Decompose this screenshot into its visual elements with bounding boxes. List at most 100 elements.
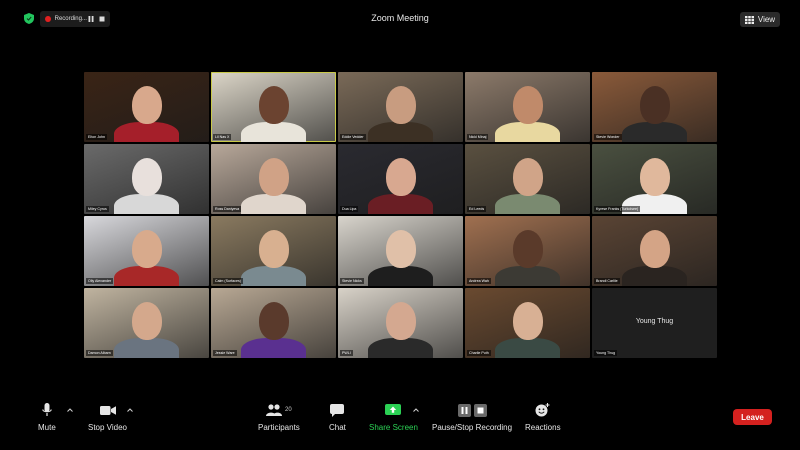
leave-button[interactable]: Leave (733, 409, 772, 425)
participant-name: Elton John (86, 134, 107, 140)
participant-body (495, 338, 560, 358)
view-label: View (757, 15, 776, 24)
participant-name: Brandi Carlile (594, 278, 620, 284)
video-tile[interactable]: Jessie Ware (211, 288, 336, 358)
participant-name: Eddie Vedder (340, 134, 366, 140)
video-tile[interactable]: Nicki Minaj (465, 72, 590, 142)
participant-body (114, 338, 179, 358)
mute-label: Mute (38, 423, 56, 432)
participant-name: Stevie Nicks (340, 278, 364, 284)
participants-count: 20 (285, 407, 292, 413)
participant-name: Calm (Surfaces) (213, 278, 243, 284)
video-tile[interactable]: Eddie Vedder (338, 72, 463, 142)
participant-face (259, 86, 289, 124)
participant-name: Young Thug (594, 350, 618, 356)
participant-body (114, 194, 179, 214)
video-tile[interactable]: Andrea Wah (465, 216, 590, 286)
view-button[interactable]: View (740, 12, 780, 27)
participant-body (368, 194, 433, 214)
participant-name: Ross Daniyeva (213, 206, 242, 212)
video-tile[interactable]: Lil Nas X (211, 72, 336, 142)
window-title: Zoom Meeting (371, 13, 429, 23)
participant-name: Olly Alexander (86, 278, 114, 284)
participants-icon (266, 404, 283, 416)
participant-face (513, 86, 543, 124)
video-tile[interactable]: Olly Alexander (84, 216, 209, 286)
participant-face (386, 158, 416, 196)
participant-name: Dua Lipa (340, 206, 359, 212)
participant-name: Kyrese Franks (Turkoisee) (594, 206, 641, 212)
participant-face (259, 302, 289, 340)
participant-body (622, 266, 687, 286)
video-tile[interactable]: Calm (Surfaces) (211, 216, 336, 286)
mute-button[interactable]: Mute (38, 402, 56, 432)
participant-face (513, 230, 543, 268)
video-tile[interactable]: Damon Albarn (84, 288, 209, 358)
participant-body (368, 338, 433, 358)
participant-face (640, 158, 670, 196)
chat-icon (330, 403, 345, 417)
participant-face (640, 230, 670, 268)
video-tile[interactable]: Miley Cyrus (84, 144, 209, 214)
chat-button[interactable]: Chat (329, 402, 346, 432)
participant-body (368, 122, 433, 142)
stop-video-button[interactable]: Stop Video (88, 402, 127, 432)
video-grid: Elton John Lil Nas X Eddie Vedder Nicki Min… (84, 72, 718, 360)
participant-body (241, 266, 306, 286)
chevron-up-icon[interactable] (66, 406, 74, 414)
participant-body (495, 266, 560, 286)
video-tile[interactable]: Young Thug Young Thug (592, 288, 717, 358)
share-screen-icon (385, 403, 402, 415)
participant-face (132, 158, 162, 196)
participant-body (114, 122, 179, 142)
video-tile[interactable]: Stevie Nicks (338, 216, 463, 286)
participant-face (132, 86, 162, 124)
chevron-up-icon[interactable] (126, 406, 134, 414)
video-camera-icon (99, 405, 116, 415)
reactions-button[interactable]: Reactions (525, 402, 561, 432)
grid-icon (744, 15, 754, 24)
video-tile[interactable]: Brandi Carlile (592, 216, 717, 286)
video-tile[interactable]: Ed Leeds (465, 144, 590, 214)
chevron-up-icon[interactable] (412, 406, 420, 414)
share-screen-label: Share Screen (369, 423, 418, 432)
participant-name: Charlie Puth (467, 350, 491, 356)
video-tile[interactable]: Stevie Wonder (592, 72, 717, 142)
participant-body (622, 122, 687, 142)
participant-face (640, 86, 670, 124)
participant-face (513, 302, 543, 340)
share-screen-button[interactable]: Share Screen (369, 402, 418, 432)
chat-label: Chat (329, 423, 346, 432)
participant-name: Nicki Minaj (467, 134, 489, 140)
stop-video-label: Stop Video (88, 423, 127, 432)
video-tile[interactable]: Elton John (84, 72, 209, 142)
smiley-icon (535, 403, 550, 417)
participant-face (259, 158, 289, 196)
participant-face (132, 230, 162, 268)
participant-body (114, 266, 179, 286)
participant-name: PWLI (340, 350, 353, 356)
participant-face (132, 302, 162, 340)
pause-icon (457, 403, 471, 417)
participant-body (495, 122, 560, 142)
video-tile[interactable]: Kyrese Franks (Turkoisee) (592, 144, 717, 214)
participant-name: Ed Leeds (467, 206, 487, 212)
participant-body (368, 266, 433, 286)
participant-name: Miley Cyrus (86, 206, 109, 212)
participant-name: Jessie Ware (213, 350, 237, 356)
participants-button[interactable]: 20 Participants (258, 402, 300, 432)
participant-face (386, 86, 416, 124)
participant-face (259, 230, 289, 268)
video-tile[interactable]: PWLI (338, 288, 463, 358)
pause-stop-recording-button[interactable]: Pause/Stop Recording (432, 402, 512, 432)
participant-face (513, 158, 543, 196)
participant-face (386, 302, 416, 340)
video-tile[interactable]: Charlie Puth (465, 288, 590, 358)
participant-body (495, 194, 560, 214)
participant-name: Andrea Wah (467, 278, 491, 284)
video-tile[interactable]: Ross Daniyeva (211, 144, 336, 214)
participant-name: Damon Albarn (86, 350, 113, 356)
participant-center-name: Young Thug (635, 318, 674, 325)
participant-body (241, 122, 306, 142)
video-tile[interactable]: Dua Lipa (338, 144, 463, 214)
